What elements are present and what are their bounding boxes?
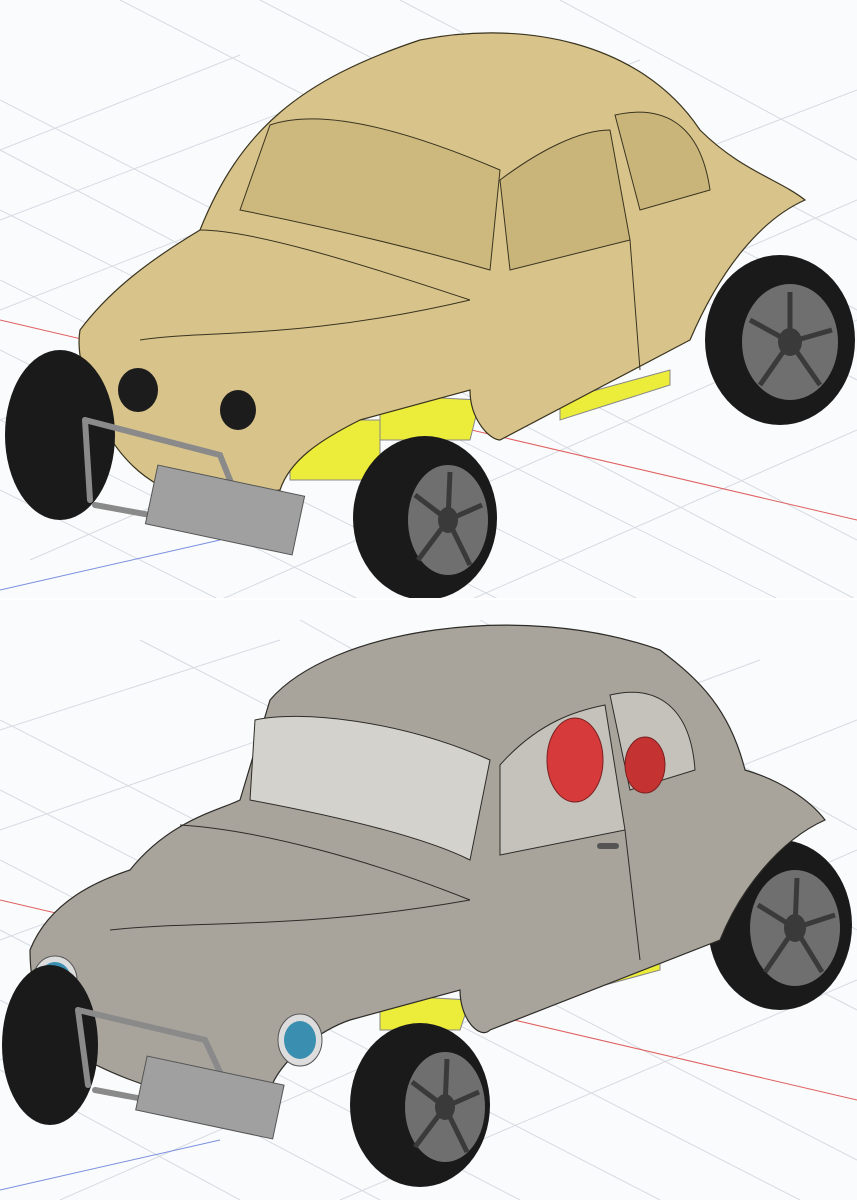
wheel-rear-right[interactable] — [705, 255, 855, 425]
door-handle-icon — [597, 843, 619, 849]
y-axis-line — [0, 1139, 221, 1191]
cad-canvas-bottom[interactable] — [0, 600, 857, 1200]
headlight-right-icon — [220, 390, 256, 430]
cad-canvas-top[interactable] — [0, 0, 857, 600]
headlight-right-icon — [277, 1013, 323, 1067]
headlight-left-icon — [118, 368, 158, 412]
wheel-front-left[interactable] — [5, 350, 115, 520]
wheel-front-right[interactable] — [353, 436, 497, 600]
viewport-top[interactable] — [0, 0, 857, 600]
y-axis-line — [0, 539, 221, 591]
viewport-bottom[interactable] — [0, 600, 857, 1200]
wheel-front-right[interactable] — [350, 1023, 490, 1187]
